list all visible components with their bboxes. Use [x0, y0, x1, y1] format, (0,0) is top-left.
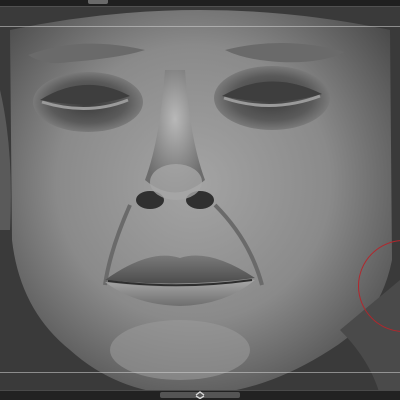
sculpted-face-model[interactable] — [0, 0, 400, 400]
top-shelf — [0, 0, 400, 7]
top-shelf-tab[interactable] — [88, 0, 108, 4]
chevron-up-down-icon[interactable] — [188, 390, 212, 400]
guide-line-bottom — [0, 372, 400, 373]
guide-line-top — [0, 26, 400, 27]
sculpt-viewport[interactable] — [0, 0, 400, 400]
